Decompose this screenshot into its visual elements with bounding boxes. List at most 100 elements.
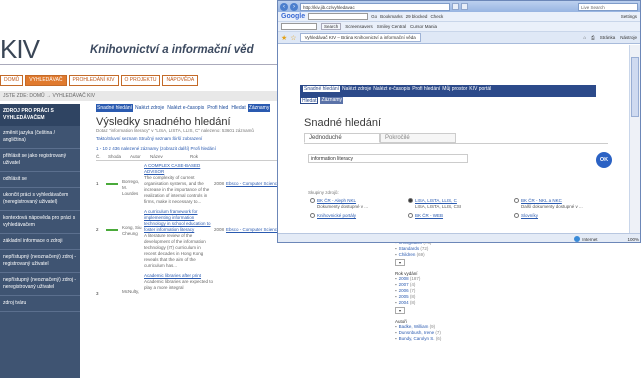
- results-meta: Dotaz "information literacy" v "LISA, LI…: [96, 128, 254, 133]
- link-smiley-central[interactable]: Smiley Central: [377, 24, 406, 29]
- tab-find-sources[interactable]: Nalézt zdroje: [342, 86, 371, 92]
- forward-icon[interactable]: ›: [290, 2, 298, 11]
- globe-icon: [574, 236, 581, 242]
- subtab-find-sources[interactable]: Nalézt zdroje: [134, 104, 165, 112]
- kiv-banner-title: Knihovnictví a informační věd: [90, 44, 254, 56]
- row-author: Kong, Siu Cheung: [122, 225, 142, 236]
- source-option[interactable]: Slovníky: [514, 213, 538, 219]
- search-ok-button[interactable]: OK: [596, 152, 612, 168]
- link-cursor-mania[interactable]: Cursor Mania: [410, 24, 437, 29]
- page-main-tabs: Snadné hledání Nalézt zdroje Nalézt e-ča…: [300, 85, 596, 97]
- sidebar-item-login[interactable]: přihlásit se jako registrovaný uživatel: [0, 149, 80, 172]
- print-icon[interactable]: ⎙: [591, 35, 595, 40]
- home-icon[interactable]: ⌂: [583, 35, 586, 40]
- stop-icon[interactable]: [461, 3, 468, 10]
- link-screensavers[interactable]: Screensavers: [345, 24, 373, 29]
- subtab-records[interactable]: Záznamy: [247, 104, 271, 112]
- row-year: 2008: [214, 181, 225, 186]
- tab-advanced[interactable]: Pokročilé: [380, 133, 456, 143]
- page-menu[interactable]: Stránka: [600, 35, 616, 40]
- results-paging[interactable]: 1 - 10 z 436 nalezené záznamy (zobrazit …: [96, 146, 286, 151]
- source-option[interactable]: BK ČR - Aleph NKL Dokumenty dostupné v .…: [310, 198, 368, 209]
- tab-easy-search[interactable]: Snadné hledání: [303, 86, 341, 92]
- radio-button-selected[interactable]: [408, 198, 413, 204]
- sidebar-item-help[interactable]: kontextová nápověda pro práci s vyhledáv…: [0, 211, 80, 234]
- subtab-search[interactable]: Hledat: [230, 104, 246, 112]
- source-option[interactable]: BK ČR - WEB: [408, 213, 443, 219]
- facet-item[interactable]: ▪ Bundy, Carolyn S. (6): [395, 336, 505, 342]
- match-gauge: [106, 273, 122, 297]
- google-popup-blocked[interactable]: 29 blocked: [406, 14, 428, 19]
- live-search-input[interactable]: Live Search: [578, 2, 638, 11]
- sidebar-item-quit[interactable]: ukončit práci s vyhledávačem (neregistro…: [0, 188, 80, 211]
- source-option[interactable]: BK ČR - NKL a NKC Další dokumenty dostup…: [514, 198, 583, 209]
- vertical-scroll-thumb[interactable]: [631, 57, 639, 117]
- source-groups-label: Skupiny zdrojů:: [308, 190, 339, 195]
- tab-my-space[interactable]: Můj prostor: [442, 86, 467, 92]
- sidebar-item-source[interactable]: zdroj tváru: [0, 296, 80, 312]
- row-author: McNulty,: [122, 289, 140, 294]
- browser-window: ‹ › http://kiv.jib.cz/vyhledavac Live Se…: [277, 0, 641, 243]
- sidebar-item-restricted-registered[interactable]: nepřístupný (neoznačený) zdroj - registr…: [0, 250, 80, 273]
- google-bookmarks[interactable]: Bookmarks: [380, 14, 403, 19]
- browser-tab[interactable]: Vyhledávač KIV – Brána Knihovnictví a in…: [299, 33, 421, 42]
- radio-button[interactable]: [310, 213, 315, 219]
- search-input[interactable]: information literacy: [308, 154, 468, 163]
- tab-search[interactable]: Hledat: [300, 97, 319, 104]
- tools-menu[interactable]: Nástroje: [620, 35, 637, 40]
- row-title-link[interactable]: A curriculum framework for implementing …: [144, 209, 211, 232]
- facet-item[interactable]: ▪ 2004 (8): [395, 300, 505, 306]
- toolbar-search-input[interactable]: [281, 23, 317, 30]
- row-number: 3: [96, 291, 99, 296]
- radio-button[interactable]: [514, 198, 519, 204]
- results-table-header: Č. Shoda Autor Název Rok: [96, 154, 286, 161]
- google-go-button[interactable]: Go: [371, 14, 377, 19]
- google-check[interactable]: Check: [430, 14, 443, 19]
- nav-about[interactable]: O PROJEKTU: [120, 75, 161, 86]
- row-year: 2008: [214, 227, 225, 232]
- sidebar-item-logout[interactable]: odhlásit se: [0, 172, 80, 188]
- refresh-icon[interactable]: [452, 3, 459, 10]
- col-match: Shoda: [108, 154, 122, 159]
- source-option[interactable]: Knihovnické portály: [310, 213, 356, 219]
- nav-home[interactable]: DOMŮ: [0, 75, 24, 86]
- nav-search[interactable]: VYHLEDÁVAČ: [25, 75, 67, 86]
- radio-button[interactable]: [408, 213, 413, 219]
- vertical-scrollbar[interactable]: [629, 45, 640, 233]
- results-view-links[interactable]: Takto/Sluvní seznam Stručný seznam Širší…: [96, 136, 286, 141]
- row-source-link[interactable]: [226, 273, 286, 297]
- nav-help[interactable]: NÁPOVĚDA: [162, 75, 199, 86]
- tab-simple[interactable]: Jednoduché: [304, 133, 380, 143]
- address-bar-row: ‹ › http://kiv.jib.cz/vyhledavac Live Se…: [278, 1, 640, 12]
- address-input[interactable]: http://kiv.jib.cz/vyhledavac: [300, 2, 450, 11]
- radio-button[interactable]: [310, 198, 315, 204]
- sidebar-item-restricted-unregistered[interactable]: nepřístupný (neoznačený) zdroj - neregis…: [0, 273, 80, 296]
- facet-more-button[interactable]: ▾: [395, 307, 406, 314]
- row-title-link[interactable]: A COMPLEX CASE-BASED ADVISOR: [144, 163, 200, 174]
- zoom-level[interactable]: 100%: [627, 237, 639, 242]
- favorites-star-icon[interactable]: ★: [281, 34, 287, 42]
- kiv-logo[interactable]: KIV: [0, 34, 40, 65]
- toolbar-search-button[interactable]: Search: [321, 23, 342, 30]
- google-search-input[interactable]: [308, 13, 369, 20]
- tab-kiv-portal[interactable]: KIV portál: [469, 86, 491, 92]
- tab-pro-search[interactable]: Profi hledání: [412, 86, 440, 92]
- tab-records[interactable]: Záznamy: [320, 97, 344, 104]
- subtab-pro-search[interactable]: Profi hled: [206, 104, 229, 112]
- tab-find-journal[interactable]: Nalézt e-časopis: [373, 86, 410, 92]
- facet-item[interactable]: ▪ Children (69): [395, 252, 505, 258]
- add-favorites-icon[interactable]: ☆: [290, 34, 296, 42]
- sidebar-item-source-info[interactable]: základní informace o zdroji: [0, 234, 80, 250]
- sidebar-item-language[interactable]: změnit jazyka (čeština / angličtina): [0, 126, 80, 149]
- banner-divider: [0, 64, 285, 65]
- source-option[interactable]: LISA, LISTA, LLIS, C LISA, LISTA, LLIS, …: [408, 198, 461, 209]
- row-title-link[interactable]: Academic libraries after print: [144, 273, 201, 278]
- col-author: Autor: [130, 154, 141, 159]
- radio-button[interactable]: [514, 213, 519, 219]
- google-settings[interactable]: Settings: [621, 14, 637, 19]
- subtab-find-journal[interactable]: Nalézt e-časopis: [166, 104, 205, 112]
- subtab-easy-search[interactable]: Snadné hledání: [96, 104, 134, 112]
- back-icon[interactable]: ‹: [280, 2, 288, 11]
- facet-more-button[interactable]: ▾: [395, 259, 406, 266]
- nav-browse[interactable]: PROHLEDÁNÍ KIV: [68, 75, 119, 86]
